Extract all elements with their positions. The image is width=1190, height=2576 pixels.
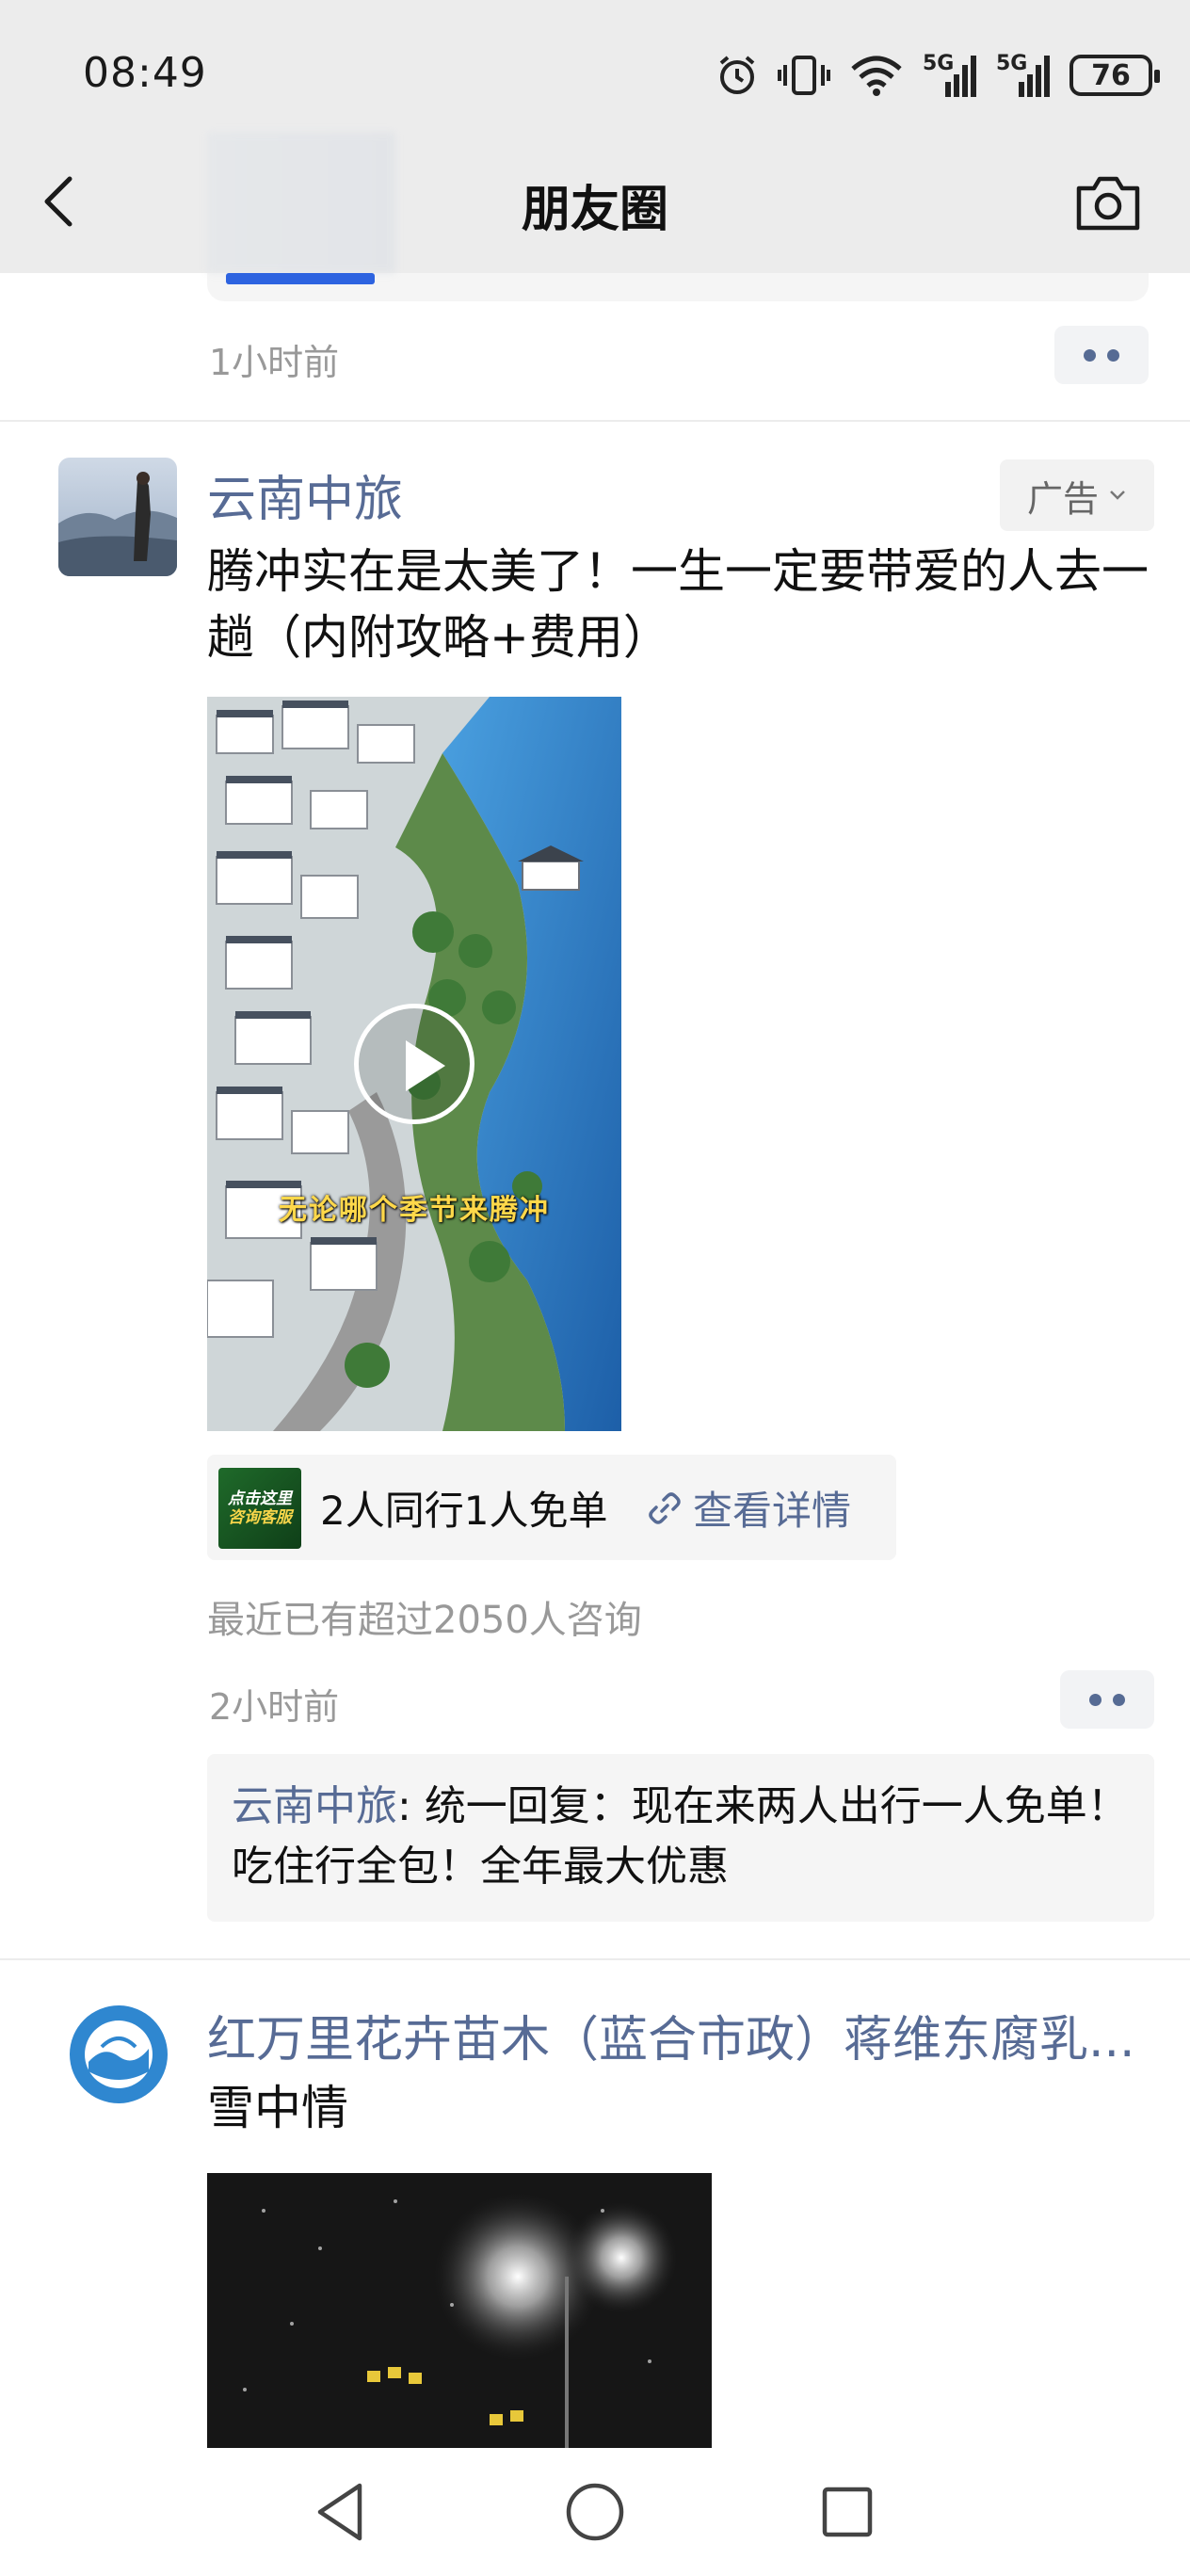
post-image[interactable]	[207, 2173, 712, 2448]
dot-icon	[1084, 348, 1096, 362]
triangle-back-icon	[317, 2483, 362, 2541]
dot-icon	[1113, 1693, 1125, 1706]
promo-thumbnail: 点击这里 咨询客服	[218, 1468, 301, 1549]
system-nav-bar	[0, 2448, 1190, 2576]
consult-note: 最近已有超过2050人咨询	[207, 1599, 642, 1642]
wifi-icon	[851, 56, 902, 96]
view-details-link[interactable]: 查看详情	[648, 1479, 851, 1537]
post-author[interactable]: 云南中旅	[207, 459, 403, 530]
camera-button[interactable]	[1073, 171, 1143, 233]
nav-recents-button[interactable]	[812, 2476, 883, 2548]
promo-text: 2人同行1人免单	[320, 1488, 608, 1534]
battery-indicator: 76	[1069, 55, 1160, 96]
link-icon	[649, 1491, 681, 1524]
video-thumbnail[interactable]: 无论哪个季节来腾冲	[207, 697, 621, 1431]
post-text: 雪中情	[207, 2081, 348, 2135]
play-icon[interactable]	[354, 1004, 474, 1124]
signal-5g-1-icon: 5G	[923, 52, 977, 99]
signal-5g-2-icon: 5G	[996, 52, 1051, 99]
post-text: 腾冲实在是太美了！一生一定要带爱的人去一趟（内附攻略+费用）	[207, 544, 1149, 665]
nav-back-button[interactable]	[307, 2476, 378, 2548]
page-title: 朋友圈	[521, 182, 668, 238]
post-author[interactable]: 红万里花卉苗木（蓝合市政）蒋维东腐乳...	[207, 2000, 1135, 2070]
ad-label-button[interactable]: 广告	[1000, 459, 1154, 531]
prev-post-more-button[interactable]	[1054, 326, 1149, 384]
dot-icon	[1089, 1693, 1102, 1706]
video-caption: 无论哪个季节来腾冲	[279, 1194, 550, 1227]
vibrate-icon	[778, 56, 830, 95]
promo-card[interactable]: 点击这里 咨询客服 2人同行1人免单 查看详情	[207, 1455, 896, 1560]
status-time: 08:49	[83, 49, 207, 97]
square-recents-icon	[822, 2487, 873, 2537]
avatar[interactable]	[58, 458, 177, 576]
top-bar: 08:49 5G 5G 76 朋友圈	[0, 0, 1190, 273]
comment-author[interactable]: 云南中旅	[232, 1782, 397, 1830]
avatar[interactable]	[66, 2002, 171, 2107]
circle-home-icon	[566, 2483, 624, 2541]
comment-box: 云南中旅: 统一回复：现在来两人出行一人免单！吃住行全包！全年最大优惠	[207, 1754, 1154, 1922]
nav-home-button[interactable]	[559, 2476, 631, 2548]
ad-post-time: 2小时前	[209, 1686, 340, 1728]
dot-icon	[1107, 348, 1119, 362]
prev-post-time: 1小时前	[209, 342, 340, 383]
post-divider	[0, 420, 1190, 422]
camera-icon	[1076, 176, 1140, 231]
chevron-down-icon	[1110, 491, 1125, 500]
status-icons: 5G 5G 76	[716, 49, 1160, 102]
alarm-icon	[719, 56, 755, 94]
comment-separator: :	[397, 1782, 425, 1830]
prev-post-progress-bar	[226, 273, 375, 284]
post-divider	[0, 1958, 1190, 1960]
ad-post-more-button[interactable]	[1060, 1670, 1154, 1729]
